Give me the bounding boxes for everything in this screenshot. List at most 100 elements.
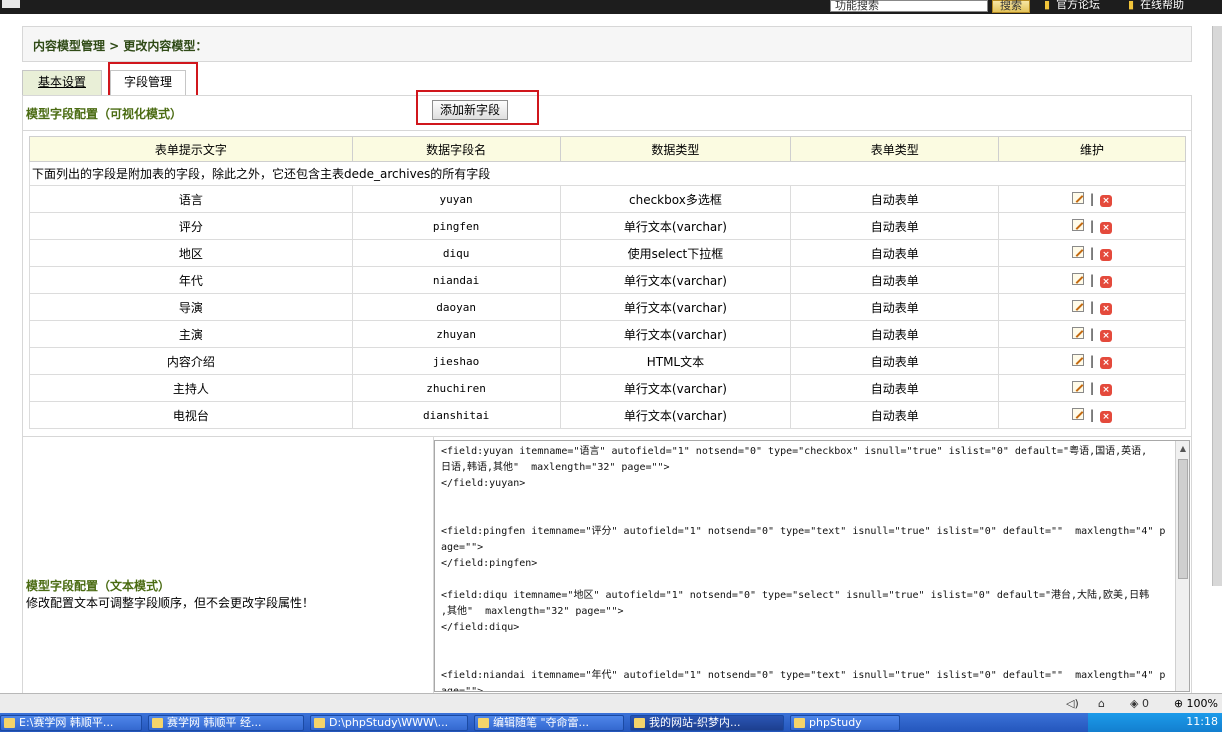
taskbar-item[interactable]: 赛学网 韩顺平 经... bbox=[148, 715, 304, 731]
edit-icon[interactable] bbox=[1072, 353, 1085, 366]
cell-data-type: 单行文本(varchar) bbox=[559, 212, 792, 240]
forum-icon: ▮ bbox=[1044, 0, 1051, 11]
delete-icon[interactable]: × bbox=[1100, 248, 1113, 261]
zoom-level[interactable]: ⊕ 100% bbox=[1174, 697, 1218, 710]
taskbar-item[interactable]: D:\phpStudy\WWW\... bbox=[310, 715, 468, 731]
text-mode-description: 修改配置文本可调整字段顺序，但不会更改字段属性！ bbox=[26, 596, 315, 610]
delete-icon[interactable]: × bbox=[1100, 275, 1113, 288]
cell-field-name: pingfen bbox=[351, 212, 561, 240]
app-icon bbox=[794, 718, 805, 728]
edit-icon[interactable] bbox=[1072, 191, 1085, 204]
search-input[interactable]: 功能搜索 bbox=[830, 0, 988, 12]
action-separator: | bbox=[1090, 380, 1095, 395]
taskbar-item[interactable]: 编辑随笔 "夺命雷... bbox=[474, 715, 624, 731]
cell-field-name: zhuyan bbox=[351, 320, 561, 348]
action-separator: | bbox=[1090, 353, 1095, 368]
table-row: 评分 pingfen 单行文本(varchar) 自动表单 | × bbox=[29, 212, 1186, 240]
tab-basic-settings[interactable]: 基本设置 bbox=[22, 70, 102, 95]
cell-form-type: 自动表单 bbox=[790, 212, 1000, 240]
scroll-thumb[interactable] bbox=[1178, 459, 1188, 579]
help-link[interactable]: ▮ 在线帮助 bbox=[1128, 0, 1184, 12]
table-note: 下面列出的字段是附加表的字段，除此之外，它还包含主表dede_archives的… bbox=[29, 161, 1186, 186]
app-icon bbox=[634, 718, 645, 728]
table-row: 主持人 zhuchiren 单行文本(varchar) 自动表单 | × bbox=[29, 374, 1186, 402]
app-icon bbox=[152, 718, 163, 728]
table-row: 内容介绍 jieshao HTML文本 自动表单 | × bbox=[29, 347, 1186, 375]
cell-form-type: 自动表单 bbox=[790, 185, 1000, 213]
delete-icon[interactable]: × bbox=[1100, 383, 1113, 396]
cell-form-label: 导演 bbox=[29, 293, 353, 321]
taskbar-item[interactable]: 我的网站-织梦内... bbox=[630, 715, 784, 731]
table-row: 年代 niandai 单行文本(varchar) 自动表单 | × bbox=[29, 266, 1186, 294]
header-field-name: 数据字段名 bbox=[351, 136, 561, 162]
header-data-type: 数据类型 bbox=[559, 136, 792, 162]
visual-section-header: 模型字段配置（可视化模式） bbox=[22, 95, 1192, 131]
table-row: 主演 zhuyan 单行文本(varchar) 自动表单 | × bbox=[29, 320, 1186, 348]
edit-icon[interactable] bbox=[1072, 299, 1085, 312]
cell-field-name: niandai bbox=[351, 266, 561, 294]
cell-form-label: 地区 bbox=[29, 239, 353, 267]
network-icon[interactable]: ⌂ bbox=[1098, 697, 1105, 710]
cell-data-type: 单行文本(varchar) bbox=[559, 320, 792, 348]
cell-actions: | × bbox=[998, 293, 1186, 321]
cell-form-type: 自动表单 bbox=[790, 347, 1000, 375]
cell-data-type: 单行文本(varchar) bbox=[559, 401, 792, 429]
cell-form-label: 年代 bbox=[29, 266, 353, 294]
table-row: 地区 diqu 使用select下拉框 自动表单 | × bbox=[29, 239, 1186, 267]
taskbar-item[interactable]: E:\赛学网 韩顺平... bbox=[0, 715, 142, 731]
config-textarea[interactable]: <field:yuyan itemname="语言" autofield="1"… bbox=[434, 440, 1190, 692]
edit-icon[interactable] bbox=[1072, 326, 1085, 339]
edit-icon[interactable] bbox=[1072, 272, 1085, 285]
page-scrollbar[interactable] bbox=[1212, 26, 1222, 586]
cell-form-label: 内容介绍 bbox=[29, 347, 353, 375]
app-icon bbox=[478, 718, 489, 728]
delete-icon[interactable]: × bbox=[1100, 221, 1113, 234]
cell-field-name: yuyan bbox=[351, 185, 561, 213]
cell-form-type: 自动表单 bbox=[790, 374, 1000, 402]
edit-icon[interactable] bbox=[1072, 407, 1085, 420]
cell-actions: | × bbox=[998, 212, 1186, 240]
action-separator: | bbox=[1090, 299, 1095, 314]
cell-form-label: 评分 bbox=[29, 212, 353, 240]
highlight-box-add bbox=[416, 90, 539, 125]
cell-field-name: zhuchiren bbox=[351, 374, 561, 402]
cell-field-name: daoyan bbox=[351, 293, 561, 321]
delete-icon[interactable]: × bbox=[1100, 302, 1113, 315]
cell-field-name: diqu bbox=[351, 239, 561, 267]
app-icon bbox=[4, 718, 15, 728]
system-tray: 11:18 bbox=[1088, 713, 1222, 732]
cell-actions: | × bbox=[998, 320, 1186, 348]
cell-form-type: 自动表单 bbox=[790, 401, 1000, 429]
config-code[interactable]: <field:yuyan itemname="语言" autofield="1"… bbox=[441, 444, 1171, 691]
cell-form-label: 主持人 bbox=[29, 374, 353, 402]
shield-icon[interactable]: ◈ 0 bbox=[1130, 697, 1149, 710]
edit-icon[interactable] bbox=[1072, 380, 1085, 393]
search-button[interactable]: 搜索 bbox=[992, 0, 1030, 13]
delete-icon[interactable]: × bbox=[1100, 356, 1113, 369]
header-form-type: 表单类型 bbox=[790, 136, 1000, 162]
action-separator: | bbox=[1090, 218, 1095, 233]
app-icon bbox=[314, 718, 325, 728]
cell-actions: | × bbox=[998, 401, 1186, 429]
textarea-scrollbar[interactable]: ▲ bbox=[1175, 441, 1189, 691]
delete-icon[interactable]: × bbox=[1100, 410, 1113, 423]
edit-icon[interactable] bbox=[1072, 218, 1085, 231]
speaker-icon[interactable]: ◁) bbox=[1066, 697, 1079, 710]
taskbar-item[interactable]: phpStudy bbox=[790, 715, 900, 731]
action-separator: | bbox=[1090, 245, 1095, 260]
edit-icon[interactable] bbox=[1072, 245, 1085, 258]
cell-form-label: 主演 bbox=[29, 320, 353, 348]
scroll-up-icon[interactable]: ▲ bbox=[1178, 443, 1188, 455]
highlight-box-tab bbox=[108, 62, 198, 99]
cell-actions: | × bbox=[998, 347, 1186, 375]
cell-data-type: 单行文本(varchar) bbox=[559, 266, 792, 294]
forum-link[interactable]: ▮ 官方论坛 bbox=[1044, 0, 1100, 12]
delete-icon[interactable]: × bbox=[1100, 329, 1113, 342]
cell-actions: | × bbox=[998, 239, 1186, 267]
table-row: 电视台 dianshitai 单行文本(varchar) 自动表单 | × bbox=[29, 401, 1186, 429]
header-actions: 维护 bbox=[998, 136, 1186, 162]
top-bar: 功能搜索 搜索 ▮ 官方论坛 ▮ 在线帮助 bbox=[0, 0, 1222, 14]
cell-data-type: HTML文本 bbox=[559, 347, 792, 375]
delete-icon[interactable]: × bbox=[1100, 194, 1113, 207]
cell-actions: | × bbox=[998, 266, 1186, 294]
